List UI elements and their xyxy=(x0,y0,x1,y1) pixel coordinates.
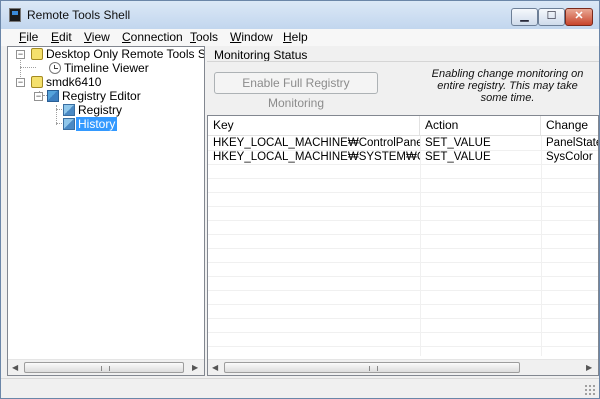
tree-label-registry: Registry xyxy=(78,103,123,117)
menu-edit[interactable]: Edit xyxy=(51,30,72,44)
grid-line xyxy=(208,220,598,221)
cell-change: PanelState xyxy=(546,137,599,149)
scrollbar-thumb[interactable] xyxy=(224,362,520,373)
window-title: Remote Tools Shell xyxy=(27,8,131,22)
tree-label-timeline: Timeline Viewer xyxy=(64,61,149,75)
monitoring-info-text: Enabling change monitoring on entire reg… xyxy=(431,68,584,104)
grip-icon xyxy=(369,366,378,371)
grid-line xyxy=(208,192,598,193)
grid-line xyxy=(208,276,598,277)
enable-monitoring-button[interactable]: Enable Full Registry Monitoring xyxy=(214,72,378,110)
change-history-list[interactable]: Key Action Change HKEY_LOCAL_MACHINE₩Con… xyxy=(207,115,599,376)
tree-connector xyxy=(56,105,57,125)
tree-label-history: History xyxy=(76,117,118,131)
cell-key: HKEY_LOCAL_MACHINE₩ControlPanel xyxy=(213,137,420,149)
grid-line xyxy=(208,206,598,207)
cell-change: SysColor xyxy=(546,151,593,163)
collapse-icon[interactable]: − xyxy=(34,92,43,101)
tree-label-desktop: Desktop Only Remote Tools Shell xyxy=(46,47,204,61)
grid-line xyxy=(208,248,598,249)
grid-line xyxy=(208,332,598,333)
cell-action: SET_VALUE xyxy=(425,137,491,149)
menu-window[interactable]: Window xyxy=(230,30,273,44)
tree-label-registry-editor: Registry Editor xyxy=(62,89,141,103)
scrollbar-thumb[interactable] xyxy=(24,362,184,373)
title-bar[interactable]: Remote Tools Shell ▁ ☐ ✕ xyxy=(1,1,599,29)
grid-line xyxy=(208,318,598,319)
device-tree[interactable]: − Desktop Only Remote Tools Shell Timeli… xyxy=(7,46,205,376)
resize-grip-icon[interactable] xyxy=(584,384,595,395)
registry-icon xyxy=(63,118,75,130)
app-window: Remote Tools Shell ▁ ☐ ✕ File Edit View … xyxy=(0,0,600,399)
registry-icon xyxy=(47,90,59,102)
grid-line xyxy=(208,346,598,347)
monitoring-status-header: Monitoring Status xyxy=(214,48,308,62)
column-header-change[interactable]: Change xyxy=(541,116,598,136)
list-horizontal-scrollbar[interactable]: ◀ ▶ xyxy=(208,359,598,375)
grid-line xyxy=(208,234,598,235)
menu-tools[interactable]: Tools xyxy=(190,30,218,44)
minimize-button[interactable]: ▁ xyxy=(511,8,538,26)
scroll-left-icon[interactable]: ◀ xyxy=(12,363,18,372)
scroll-right-icon[interactable]: ▶ xyxy=(586,363,592,372)
scroll-left-icon[interactable]: ◀ xyxy=(212,363,218,372)
grid-line xyxy=(208,178,598,179)
scroll-right-icon[interactable]: ▶ xyxy=(192,363,198,372)
cell-key: HKEY_LOCAL_MACHINE₩SYSTEM₩GWE xyxy=(213,151,420,163)
device-icon xyxy=(31,76,43,88)
menu-file[interactable]: File xyxy=(19,30,38,44)
menu-help[interactable]: Help xyxy=(283,30,308,44)
grid-line xyxy=(208,262,598,263)
column-header-action[interactable]: Action xyxy=(420,116,541,136)
device-icon xyxy=(31,48,43,60)
menu-connection[interactable]: Connection xyxy=(122,30,183,44)
collapse-icon[interactable]: − xyxy=(16,78,25,87)
tree-horizontal-scrollbar[interactable]: ◀ ▶ xyxy=(8,359,204,375)
grid-line xyxy=(208,304,598,305)
close-button[interactable]: ✕ xyxy=(565,8,593,26)
clock-icon xyxy=(49,62,61,74)
grip-icon xyxy=(101,366,110,371)
registry-icon xyxy=(63,104,75,116)
grid-line xyxy=(420,136,421,356)
menu-view[interactable]: View xyxy=(84,30,110,44)
tree-label-smdk6410: smdk6410 xyxy=(46,75,102,89)
history-pane: Monitoring Status Enable Full Registry M… xyxy=(207,46,599,376)
status-bar xyxy=(1,378,599,398)
tree-connector xyxy=(20,67,36,68)
menu-bar: File Edit View Connection Tools Window H… xyxy=(1,29,599,46)
grid-line xyxy=(208,164,598,165)
maximize-button[interactable]: ☐ xyxy=(538,8,565,26)
cell-action: SET_VALUE xyxy=(425,151,491,163)
terminal-icon xyxy=(9,8,21,22)
grid-line xyxy=(541,136,542,356)
grid-line xyxy=(208,290,598,291)
column-header-key[interactable]: Key xyxy=(208,116,420,136)
collapse-icon[interactable]: − xyxy=(16,50,25,59)
